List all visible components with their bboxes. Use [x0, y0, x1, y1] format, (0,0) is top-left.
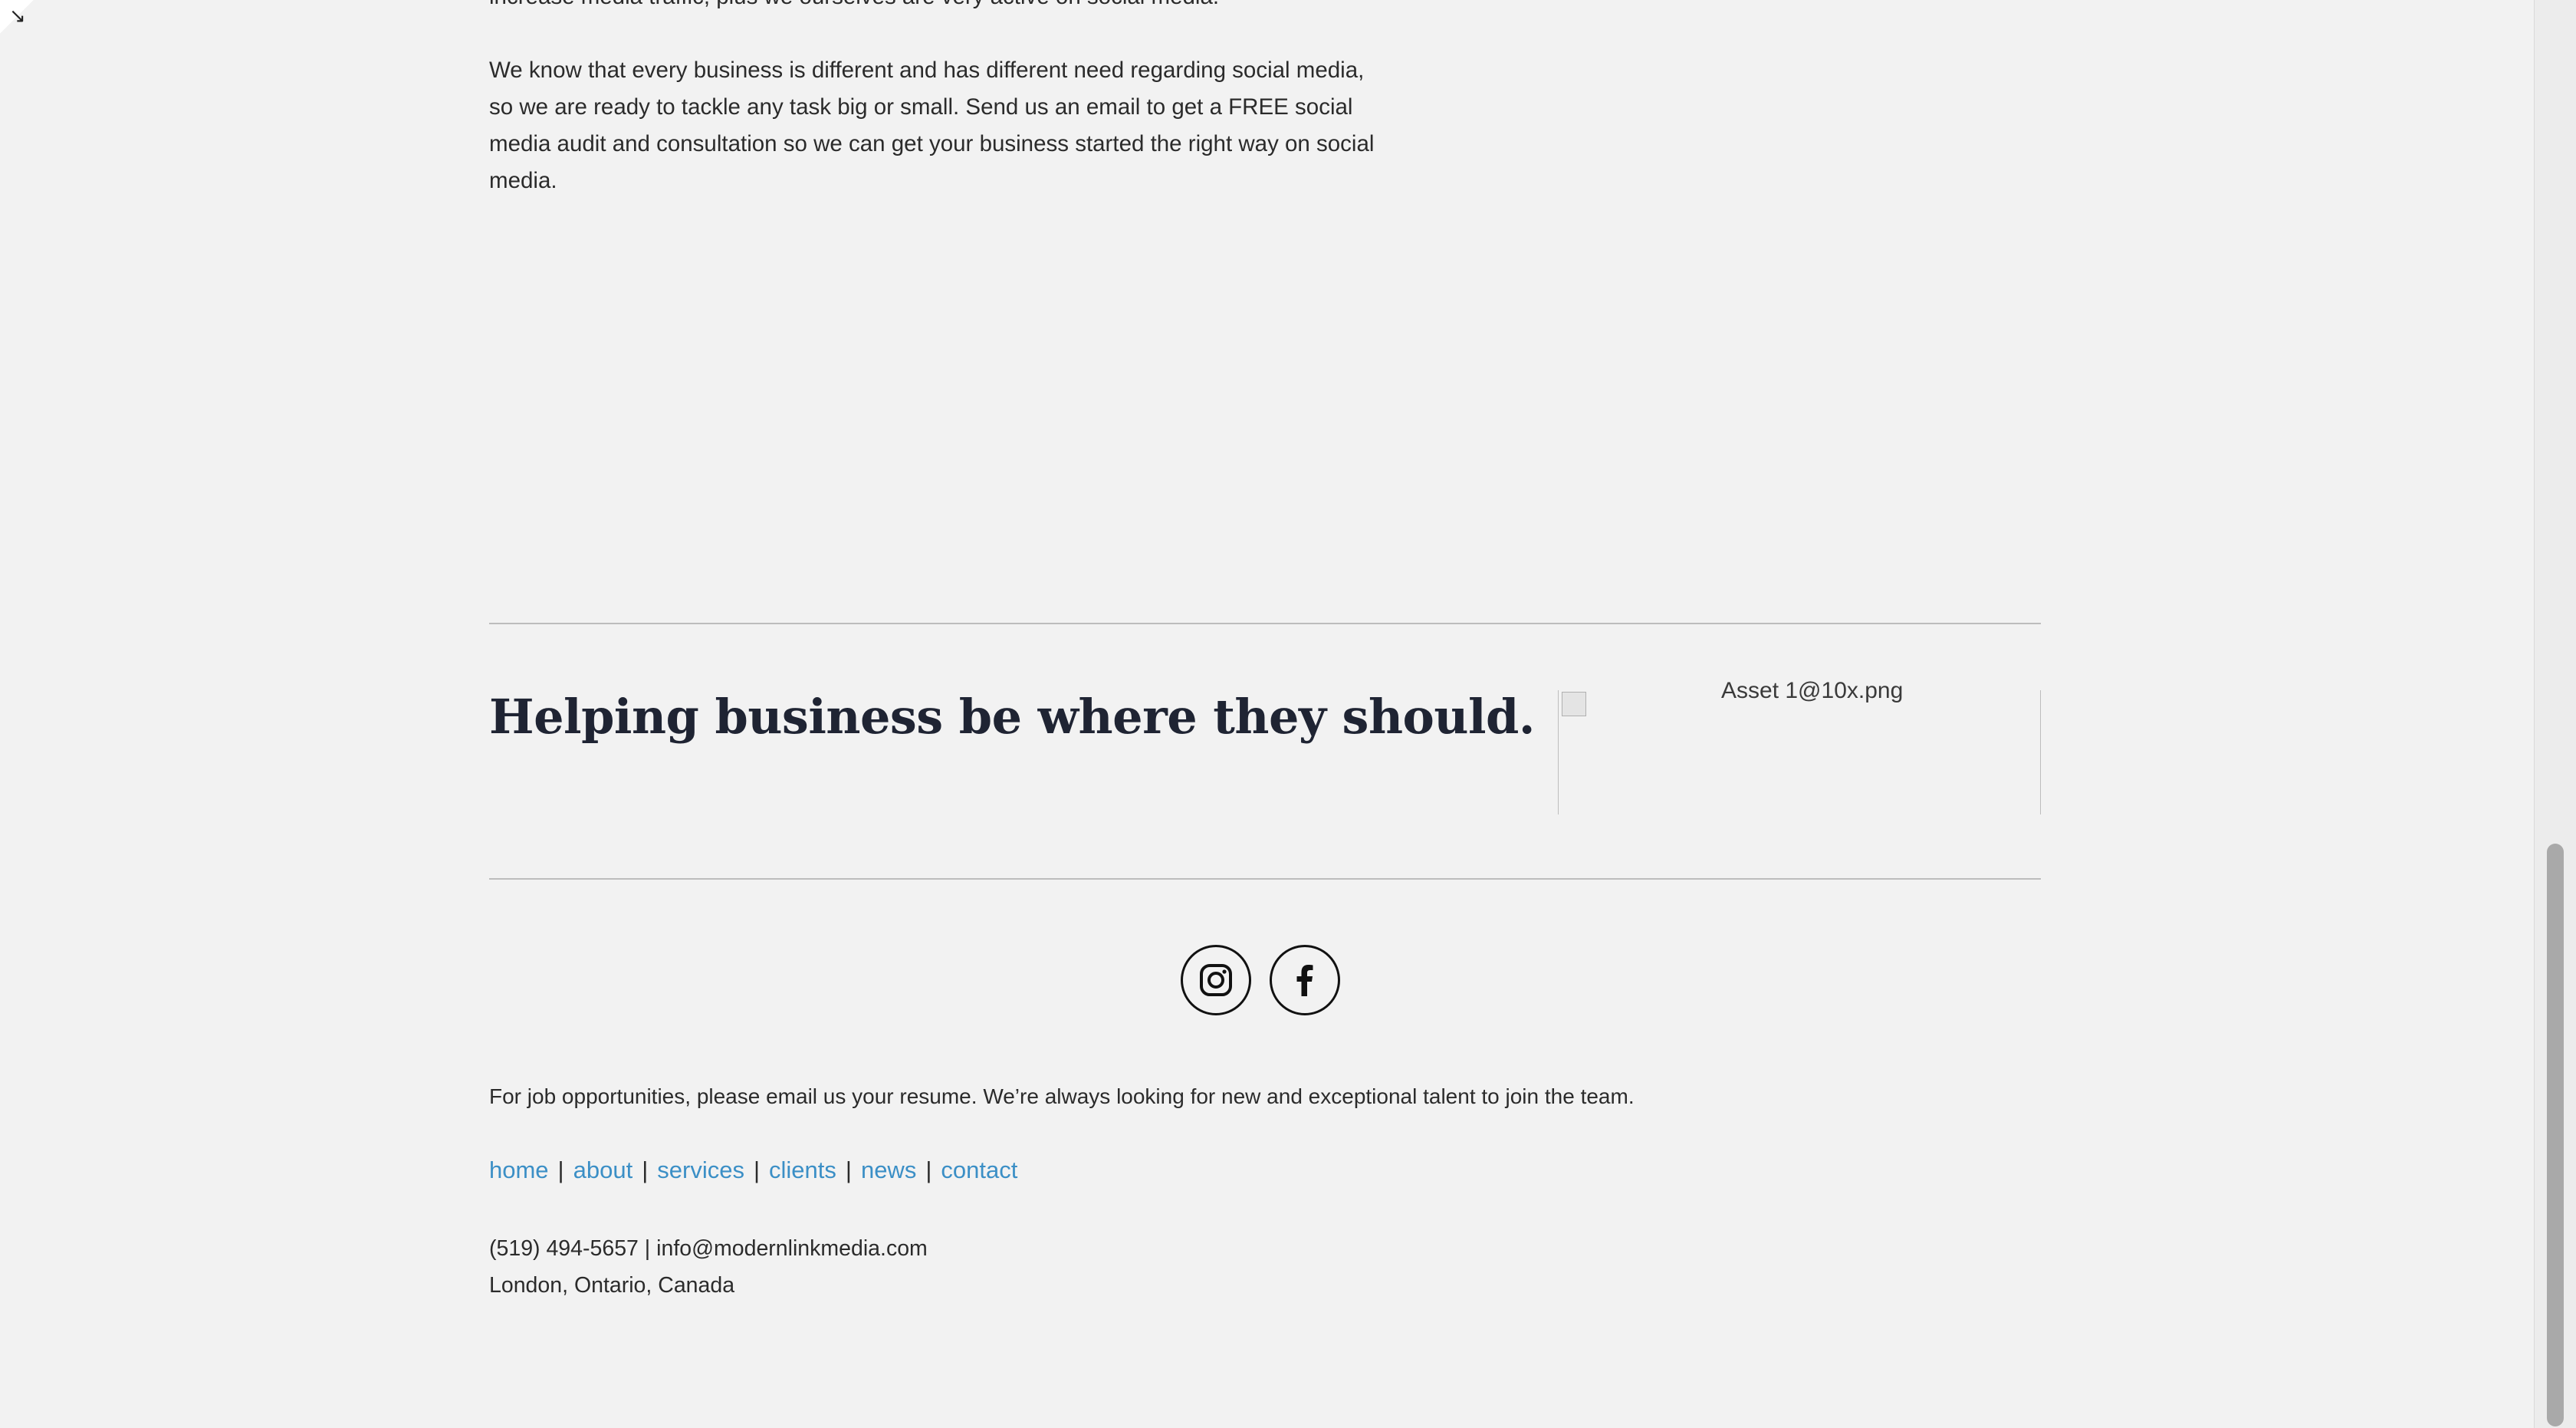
logo-alt-text: Asset 1@10x.png: [1721, 678, 1904, 703]
contact-address: London, Ontario, Canada: [489, 1273, 735, 1298]
nav-link-services[interactable]: services: [657, 1157, 744, 1183]
nav-separator: |: [845, 1157, 852, 1183]
nav-link-home[interactable]: home: [489, 1157, 549, 1183]
facebook-icon: [1296, 965, 1313, 996]
instagram-icon: [1200, 964, 1232, 996]
nav-link-news[interactable]: news: [861, 1157, 916, 1183]
nav-separator: |: [557, 1157, 564, 1183]
scrollbar-thumb[interactable]: [2547, 844, 2564, 1426]
nav-separator: |: [925, 1157, 932, 1183]
instagram-link[interactable]: [1181, 945, 1251, 1015]
broken-image-icon: [1562, 692, 1586, 716]
vertical-scrollbar[interactable]: [2534, 0, 2576, 1428]
nav-link-clients[interactable]: clients: [769, 1157, 836, 1183]
intro-cut-line: increase media traffic, plus we ourselve…: [489, 0, 1219, 15]
social-links: [1181, 945, 1340, 1015]
divider-top: [489, 623, 2041, 624]
nav-link-about[interactable]: about: [573, 1157, 633, 1183]
footer-logo: Asset 1@10x.png: [1558, 678, 2041, 814]
intro-paragraph: We know that every business is different…: [489, 58, 1375, 193]
facebook-link[interactable]: [1270, 945, 1340, 1015]
page: ↘ increase media traffic, plus we oursel…: [0, 0, 2576, 1428]
resize-corner-button[interactable]: ↘: [0, 0, 34, 34]
divider-bottom: [489, 878, 2041, 880]
footer-nav: home | about | services | clients | news | contact: [489, 1157, 1017, 1184]
jobs-text: For job opportunities, please email us y…: [489, 1084, 1635, 1108]
footer-tagline: Helping business be where they should.: [489, 689, 1535, 745]
nav-separator: |: [642, 1157, 649, 1183]
arrow-down-right-icon: ↘: [9, 5, 26, 28]
contact-phone-email: (519) 494-5657 | info@modernlinkmedia.co…: [489, 1236, 928, 1261]
nav-separator: |: [753, 1157, 761, 1183]
nav-link-contact[interactable]: contact: [941, 1157, 1017, 1183]
